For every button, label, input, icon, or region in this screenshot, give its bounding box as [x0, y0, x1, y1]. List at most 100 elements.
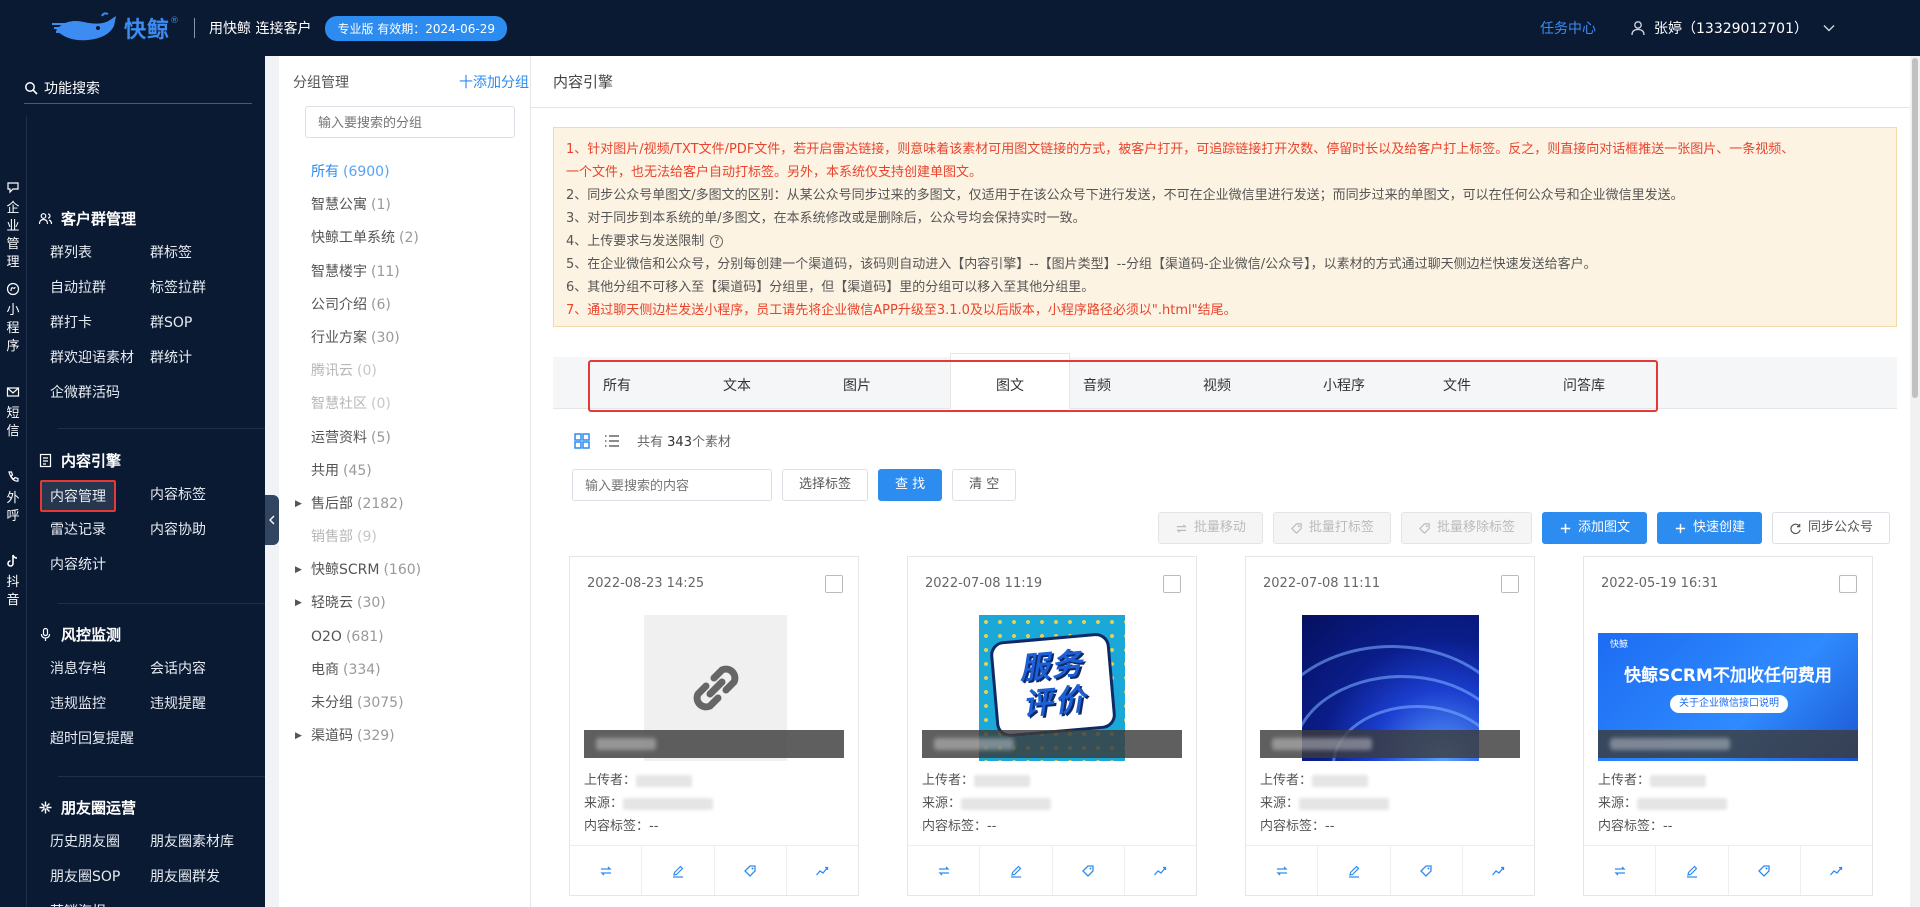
- card-op-button[interactable]: [1053, 846, 1125, 895]
- list-view-icon[interactable]: [603, 432, 621, 450]
- card-op-button[interactable]: [642, 846, 715, 895]
- menu-item[interactable]: 群统计: [150, 341, 250, 376]
- menu-item[interactable]: 消息存档: [50, 652, 150, 687]
- material-card[interactable]: 2022-08-23 14:25 上传者： 来源： 内容标签：--: [569, 556, 859, 896]
- select-tag-button[interactable]: 选择标签: [782, 469, 869, 501]
- group-title[interactable]: 客户群管理: [26, 204, 265, 232]
- menu-item-content-management[interactable]: 内容管理: [40, 480, 116, 512]
- card-op-button[interactable]: [1729, 846, 1801, 895]
- card-op-button[interactable]: [1801, 846, 1872, 895]
- rail-item-douyin[interactable]: 抖音: [0, 554, 26, 610]
- group-item[interactable]: 公司介绍 (6): [293, 289, 523, 322]
- menu-item[interactable]: 内容标签: [150, 478, 250, 513]
- group-item[interactable]: ▶ 渠道码 (329): [293, 720, 523, 753]
- sidebar-collapse-handle[interactable]: [265, 495, 279, 545]
- group-item[interactable]: 电商 (334): [293, 654, 523, 687]
- card-op-button[interactable]: [1125, 846, 1196, 895]
- rail-item-sms[interactable]: 短信: [0, 385, 26, 441]
- menu-item[interactable]: 内容协助: [150, 513, 250, 548]
- group-item[interactable]: 快鲸工单系统 (2): [293, 222, 523, 255]
- group-item[interactable]: 销售部 (9): [293, 521, 523, 554]
- card-op-button[interactable]: [908, 846, 981, 895]
- action-button-1[interactable]: 批量打标签: [1272, 512, 1391, 544]
- group-item[interactable]: 智慧社区 (0): [293, 388, 523, 421]
- action-button-5[interactable]: 同步公众号: [1771, 512, 1890, 544]
- card-op-button[interactable]: [715, 846, 787, 895]
- logo[interactable]: 快鲸 ®: [50, 10, 190, 46]
- card-checkbox[interactable]: [825, 575, 843, 593]
- group-item[interactable]: 未分组 (3075): [293, 687, 523, 720]
- card-op-button[interactable]: [1463, 846, 1534, 895]
- page-scrollbar-thumb[interactable]: [1912, 58, 1918, 398]
- expand-caret-icon[interactable]: ▶: [295, 587, 302, 620]
- card-op-button[interactable]: [1318, 846, 1391, 895]
- menu-item[interactable]: 违规提醒: [150, 687, 250, 722]
- user-name[interactable]: 张婷（13329012701）: [1654, 18, 1808, 38]
- card-op-button[interactable]: [1656, 846, 1729, 895]
- menu-item[interactable]: 朋友圈素材库: [150, 825, 250, 860]
- menu-item[interactable]: 群打卡: [50, 306, 150, 341]
- grid-view-icon[interactable]: [573, 432, 591, 450]
- menu-item[interactable]: 历史朋友圈: [50, 825, 150, 860]
- menu-item[interactable]: 群欢迎语素材: [50, 341, 150, 376]
- chevron-down-icon[interactable]: [1822, 21, 1836, 35]
- help-icon[interactable]: ?: [710, 235, 724, 248]
- group-item[interactable]: 行业方案 (30): [293, 322, 523, 355]
- material-card[interactable]: 2022-07-08 11:19 服务 评价 上传者： 来源： 内容标签：--: [907, 556, 1197, 896]
- group-item[interactable]: 运营资料 (5): [293, 422, 523, 455]
- group-item[interactable]: 共用 (45): [293, 455, 523, 488]
- menu-item[interactable]: 企微群活码: [50, 376, 150, 411]
- group-item[interactable]: ▶ 售后部 (2182): [293, 488, 523, 521]
- card-op-button[interactable]: [787, 846, 858, 895]
- menu-item[interactable]: 内容统计: [50, 548, 150, 583]
- content-search-input[interactable]: [572, 469, 772, 501]
- group-item[interactable]: 腾讯云 (0): [293, 355, 523, 388]
- expand-caret-icon[interactable]: ▶: [295, 554, 302, 587]
- material-card[interactable]: 2022-05-19 16:31 快鲸 快鲸SCRM不加收任何费用 关于企业微信接口说…: [1583, 556, 1873, 896]
- task-center-link[interactable]: 任务中心: [1540, 18, 1596, 38]
- menu-item[interactable]: 群标签: [150, 236, 250, 271]
- card-op-button[interactable]: [980, 846, 1053, 895]
- card-op-button[interactable]: [570, 846, 643, 895]
- menu-item[interactable]: 标签拉群: [150, 271, 250, 306]
- rail-item-enterprise[interactable]: 企业管理: [0, 180, 26, 272]
- function-search[interactable]: 功能搜索: [24, 72, 252, 104]
- action-button-0[interactable]: 批量移动: [1157, 512, 1263, 544]
- group-title[interactable]: 风控监测: [26, 620, 265, 648]
- group-item[interactable]: 智慧公寓 (1): [293, 189, 523, 222]
- add-group-button[interactable]: 十添加分组: [459, 72, 529, 92]
- group-item[interactable]: O2O (681): [293, 621, 523, 654]
- menu-item[interactable]: 违规监控: [50, 687, 150, 722]
- menu-item[interactable]: 营销海报: [50, 895, 150, 907]
- group-item[interactable]: 所有 (6900): [293, 156, 523, 189]
- menu-item[interactable]: 自动拉群: [50, 271, 150, 306]
- menu-item[interactable]: 朋友圈SOP: [50, 860, 150, 895]
- action-button-4[interactable]: 快速创建: [1656, 512, 1762, 544]
- group-title[interactable]: 朋友圈运营: [26, 793, 265, 821]
- search-button[interactable]: 查 找: [878, 469, 943, 501]
- card-checkbox[interactable]: [1839, 575, 1857, 593]
- card-checkbox[interactable]: [1501, 575, 1519, 593]
- action-button-2[interactable]: 批量移除标签: [1400, 512, 1532, 544]
- rail-item-miniprogram[interactable]: 小程序: [0, 282, 26, 356]
- menu-item[interactable]: 朋友圈群发: [150, 860, 250, 895]
- group-item[interactable]: 智慧楼宇 (11): [293, 256, 523, 289]
- menu-item[interactable]: 群列表: [50, 236, 150, 271]
- group-item[interactable]: ▶ 快鲸SCRM (160): [293, 554, 523, 587]
- card-op-button[interactable]: [1584, 846, 1657, 895]
- expand-caret-icon[interactable]: ▶: [295, 720, 302, 753]
- menu-item[interactable]: 雷达记录: [50, 513, 150, 548]
- clear-button[interactable]: 清 空: [952, 469, 1017, 501]
- action-button-3[interactable]: 添加图文: [1541, 512, 1647, 544]
- rail-item-outbound[interactable]: 外呼: [0, 470, 26, 526]
- card-op-button[interactable]: [1246, 846, 1319, 895]
- menu-item[interactable]: 会话内容: [150, 652, 250, 687]
- group-item[interactable]: ▶ 轻晓云 (30): [293, 587, 523, 620]
- card-checkbox[interactable]: [1163, 575, 1181, 593]
- group-search-input[interactable]: [305, 106, 515, 138]
- card-op-button[interactable]: [1391, 846, 1463, 895]
- menu-item[interactable]: 群SOP: [150, 306, 250, 341]
- expand-caret-icon[interactable]: ▶: [295, 488, 302, 521]
- menu-item[interactable]: 超时回复提醒: [50, 722, 150, 757]
- material-card[interactable]: 2022-07-08 11:11 上传者： 来源： 内容标签：--: [1245, 556, 1535, 896]
